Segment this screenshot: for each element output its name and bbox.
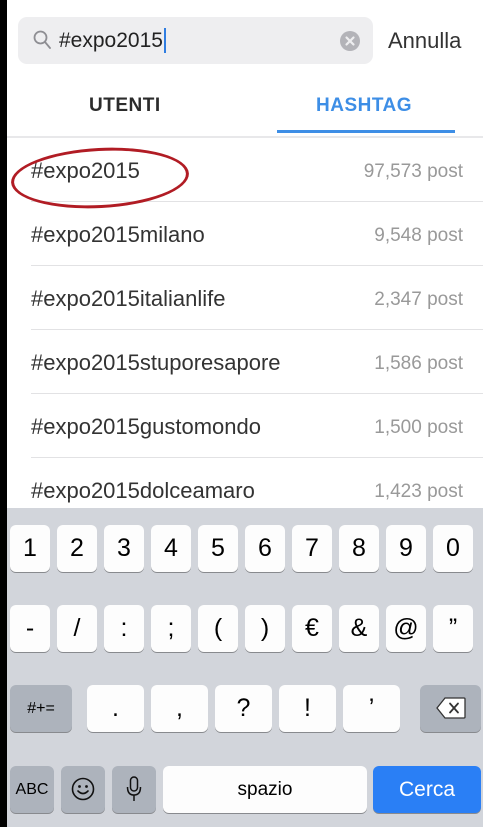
key-7[interactable]: 7 [292,525,332,572]
keyboard: 1 2 3 4 5 6 7 8 9 0 - / : ; ( ) € & @ ” … [7,508,483,827]
key-ampersand[interactable]: & [339,605,379,652]
list-item[interactable]: #expo2015italianlife 2,347 post [7,266,483,330]
key-colon[interactable]: : [104,605,144,652]
post-count: 1,586 post [374,353,463,374]
key-hyphen[interactable]: - [10,605,50,652]
key-question[interactable]: ? [215,685,272,732]
search-query: #expo2015 [59,29,163,52]
key-6[interactable]: 6 [245,525,285,572]
key-9[interactable]: 9 [386,525,426,572]
list-item[interactable]: #expo2015stuporesapore 1,586 post [7,330,483,394]
hashtag-label: #expo2015dolceamaro [31,478,255,503]
search-icon [33,30,51,49]
active-tab-indicator [277,130,455,133]
emoji-key[interactable] [61,766,105,813]
hashtag-label: #expo2015stuporesapore [31,350,281,375]
search-field[interactable]: #expo2015 [18,17,373,64]
key-at[interactable]: @ [386,605,426,652]
key-4[interactable]: 4 [151,525,191,572]
search-submit-key[interactable]: Cerca [373,766,481,813]
hashtag-label: #expo2015italianlife [31,286,226,311]
search-input[interactable]: #expo2015 [59,28,166,53]
key-open-paren[interactable]: ( [198,605,238,652]
hashtag-label: #expo2015milano [31,222,205,247]
post-count: 97,573 post [363,161,463,182]
key-1[interactable]: 1 [10,525,50,572]
key-3[interactable]: 3 [104,525,144,572]
screen: #expo2015 Annulla UTENTI HASHTAG #expo20… [7,0,483,827]
post-count: 9,548 post [374,225,463,246]
key-comma[interactable]: , [151,685,208,732]
key-exclamation[interactable]: ! [279,685,336,732]
key-5[interactable]: 5 [198,525,238,572]
microphone-icon [126,776,142,801]
clear-icon[interactable] [340,31,360,51]
search-bar: #expo2015 Annulla [7,0,483,84]
tab-users[interactable]: UTENTI [89,94,161,118]
list-item[interactable]: #expo2015 97,573 post [7,138,483,213]
post-count: 2,347 post [374,289,463,310]
cancel-button[interactable]: Annulla [388,27,461,55]
list-item[interactable]: #expo2015gustomondo 1,500 post [7,394,483,458]
key-period[interactable]: . [87,685,144,732]
hashtag-label: #expo2015gustomondo [31,414,261,439]
tab-hashtag[interactable]: HASHTAG [316,94,412,118]
key-euro[interactable]: € [292,605,332,652]
key-0[interactable]: 0 [433,525,473,572]
microphone-key[interactable] [112,766,156,813]
text-caret [163,28,166,53]
list-item[interactable]: #expo2015milano 9,548 post [7,202,483,266]
key-semicolon[interactable]: ; [151,605,191,652]
key-apostrophe[interactable]: ’ [343,685,400,732]
key-8[interactable]: 8 [339,525,379,572]
post-count: 1,500 post [374,417,463,438]
tab-bar: UTENTI HASHTAG [7,84,483,138]
abc-key[interactable]: ABC [10,766,54,813]
key-2[interactable]: 2 [57,525,97,572]
list-item[interactable]: #expo2015dolceamaro 1,423 post [7,458,483,512]
emoji-icon [71,777,95,801]
key-slash[interactable]: / [57,605,97,652]
key-quote[interactable]: ” [433,605,473,652]
space-key[interactable]: spazio [163,766,367,813]
post-count: 1,423 post [374,481,463,502]
hashtag-results-list: #expo2015 97,573 post #expo2015milano 9,… [7,138,483,512]
delete-key[interactable] [420,685,481,732]
backspace-icon [435,697,466,719]
more-symbols-key[interactable]: #+= [10,685,72,732]
key-close-paren[interactable]: ) [245,605,285,652]
